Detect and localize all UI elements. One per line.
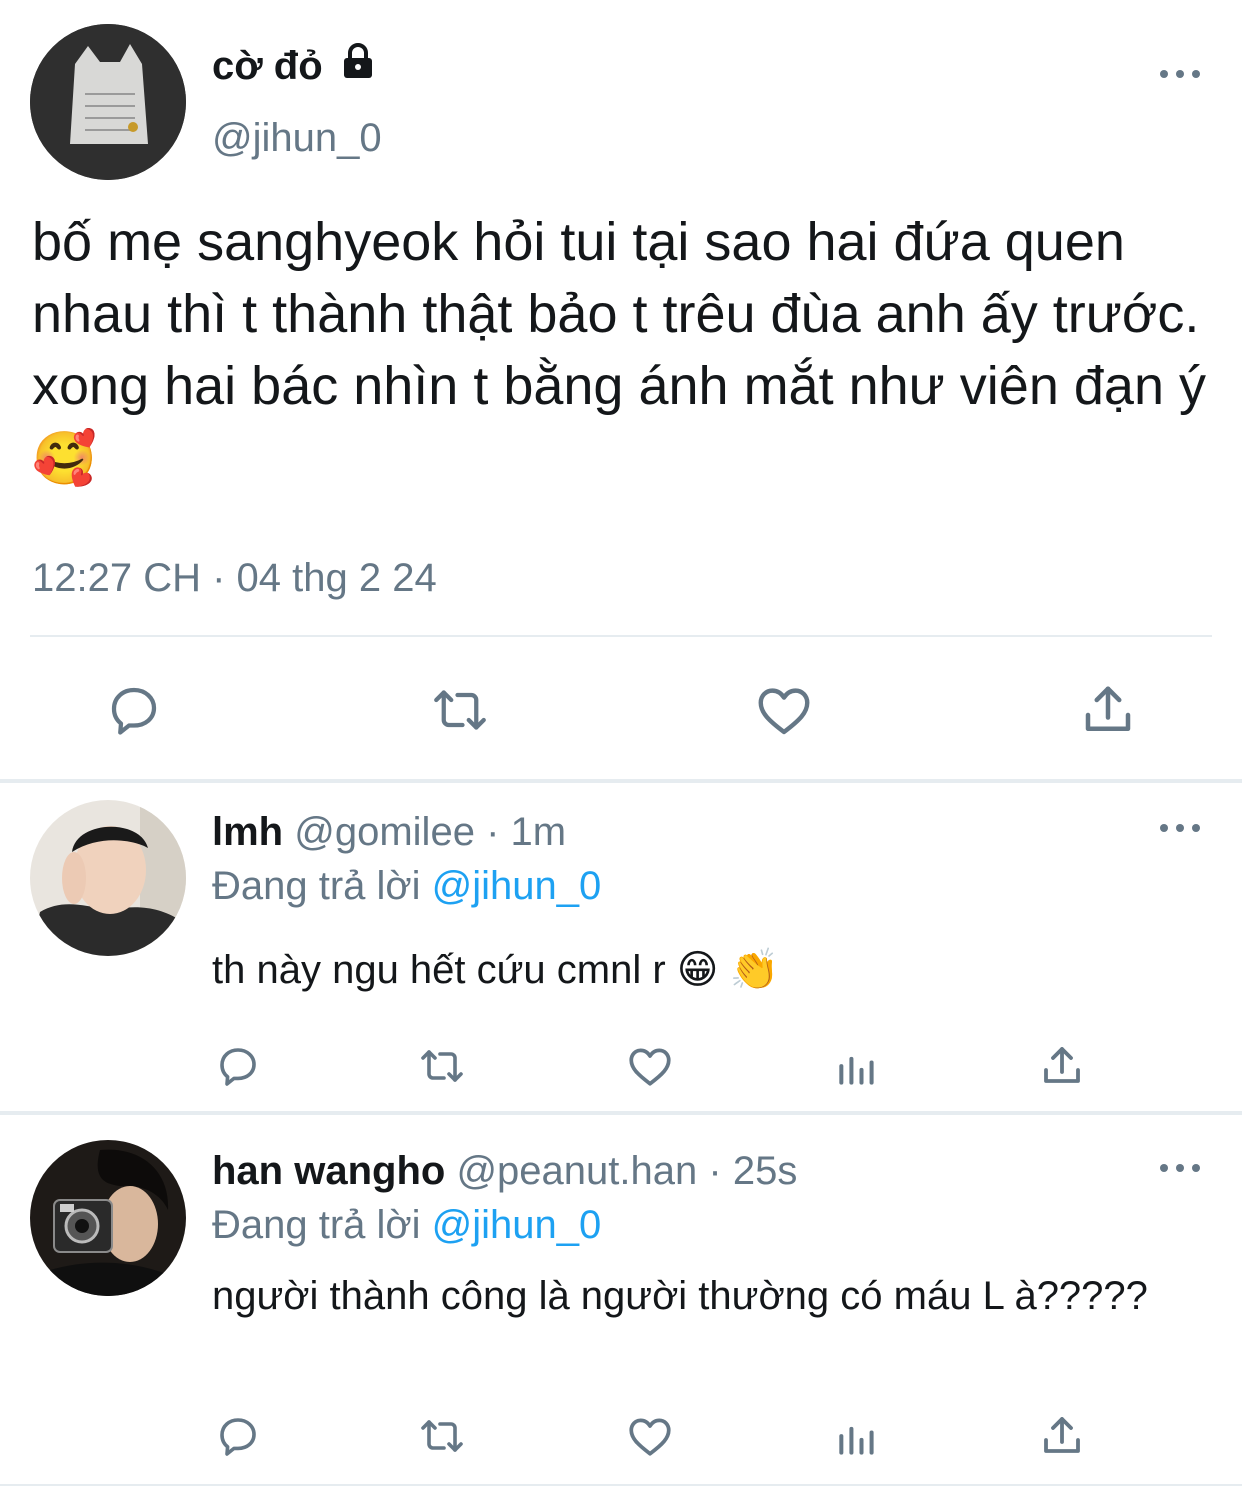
replying-to-link[interactable]: @jihun_0 — [432, 864, 602, 908]
reply-icon[interactable] — [100, 676, 168, 744]
share-icon[interactable] — [1074, 676, 1142, 744]
analytics-icon[interactable] — [832, 1414, 880, 1462]
timestamp[interactable]: 12:27 CH · 04 thg 2 24 — [32, 552, 437, 604]
reply-text: người thành công là người thường có máu … — [212, 1274, 1148, 1318]
reply-header: han wangho @peanut.han · 25s — [212, 1145, 797, 1197]
replying-to: Đang trả lời @jihun_0 — [212, 860, 601, 912]
like-icon[interactable] — [624, 1040, 676, 1092]
avatar[interactable] — [30, 800, 186, 956]
reply-time[interactable]: · 1m — [486, 810, 566, 854]
more-options-icon[interactable] — [1160, 64, 1200, 84]
reply-icon[interactable] — [212, 1410, 264, 1462]
avatar[interactable] — [30, 1140, 186, 1296]
handle[interactable]: @peanut.han — [456, 1149, 697, 1193]
reply-header: lmh @gomilee · 1m — [212, 806, 566, 858]
reply-text-body: th này ngu hết cứu cmnl r — [212, 948, 666, 992]
avatar[interactable] — [30, 24, 186, 180]
share-icon[interactable] — [1036, 1410, 1088, 1462]
replying-to-label: Đang trả lời — [212, 864, 421, 908]
share-icon[interactable] — [1036, 1040, 1088, 1092]
tweet-text-body: bố mẹ sanghyeok hỏi tui tại sao hai đứa … — [32, 212, 1206, 416]
display-name[interactable]: lmh — [212, 810, 283, 854]
retweet-icon[interactable] — [414, 1410, 470, 1462]
reply-icon[interactable] — [212, 1040, 264, 1092]
divider — [0, 1484, 1242, 1486]
analytics-icon[interactable] — [832, 1044, 880, 1092]
replying-to: Đang trả lời @jihun_0 — [212, 1199, 601, 1251]
replying-to-link[interactable]: @jihun_0 — [432, 1203, 602, 1247]
reply-time[interactable]: · 25s — [708, 1149, 797, 1193]
retweet-icon[interactable] — [424, 676, 496, 744]
handle[interactable]: @jihun_0 — [212, 112, 382, 164]
display-name-text[interactable]: cờ đỏ — [212, 44, 323, 88]
reply-text: th này ngu hết cứu cmnl r 😁 👏 — [212, 944, 779, 996]
handle[interactable]: @gomilee — [294, 810, 475, 854]
display-name[interactable]: han wangho — [212, 1149, 445, 1193]
like-icon[interactable] — [750, 676, 818, 744]
display-name[interactable]: cờ đỏ — [212, 40, 378, 94]
retweet-icon[interactable] — [414, 1040, 470, 1092]
tweet-separator — [0, 1111, 1242, 1115]
divider — [30, 635, 1212, 637]
more-options-icon[interactable] — [1160, 818, 1200, 838]
lock-icon — [338, 41, 378, 94]
tweet-text: bố mẹ sanghyeok hỏi tui tại sao hai đứa … — [32, 206, 1222, 495]
more-options-icon[interactable] — [1160, 1158, 1200, 1178]
grin-clap-emoji: 😁 👏 — [676, 948, 780, 992]
replying-to-label: Đang trả lời — [212, 1203, 421, 1247]
smiling-face-with-hearts-emoji: 🥰 — [32, 430, 97, 488]
tweet-separator — [0, 779, 1242, 783]
like-icon[interactable] — [624, 1410, 676, 1462]
